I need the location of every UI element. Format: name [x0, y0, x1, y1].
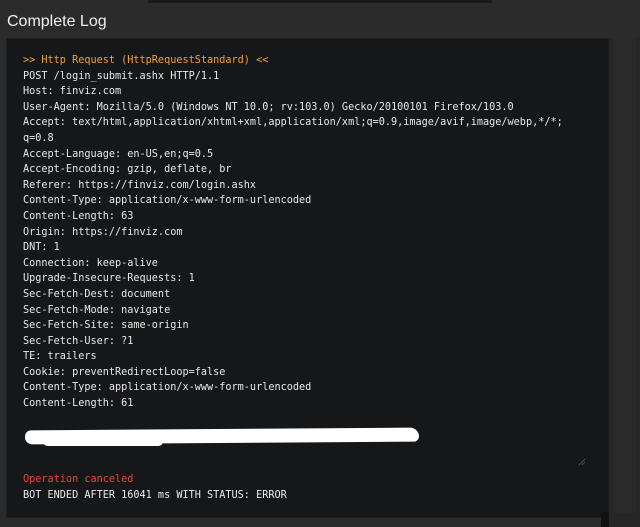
log-output-panel[interactable]: >> Http Request (HttpRequestStandard) <<…	[6, 38, 609, 518]
page-scrollbar[interactable]	[609, 38, 640, 527]
log-line: Origin: https://finviz.com	[23, 226, 183, 238]
log-line: Content-Length: 63	[23, 210, 134, 222]
log-lines: >> Http Request (HttpRequestStandard) <<…	[23, 53, 598, 412]
page-title: Complete Log	[7, 13, 107, 30]
log-line: Sec-Fetch-Mode: navigate	[23, 304, 171, 316]
log-line: TE: trailers	[23, 351, 97, 363]
top-bar	[148, 0, 492, 3]
log-line: Host: finviz.com	[23, 86, 122, 98]
log-line: Sec-Fetch-Site: same-origin	[23, 320, 189, 332]
log-line: Content-Type: application/x-www-form-url…	[23, 195, 312, 207]
bot-end-status: BOT ENDED AFTER 16041 ms WITH STATUS: ER…	[23, 490, 287, 501]
scrollbar-thumb[interactable]	[613, 38, 636, 513]
log-line: Accept: text/html,application/xhtml+xml,…	[23, 117, 563, 129]
log-line: User-Agent: Mozilla/5.0 (Windows NT 10.0…	[23, 101, 514, 113]
log-line: Sec-Fetch-Dest: document	[23, 288, 171, 300]
log-line: POST /login_submit.ashx HTTP/1.1	[23, 70, 220, 82]
complete-log-view: Complete Log >> Http Request (HttpReques…	[0, 0, 640, 527]
resize-grip-icon[interactable]	[578, 458, 586, 466]
operation-canceled-message: Operation canceled	[23, 474, 134, 485]
scrollbar-corner	[601, 512, 609, 527]
log-line: Content-Length: 61	[23, 398, 134, 410]
log-line-request-header: >> Http Request (HttpRequestStandard) <<	[23, 55, 269, 66]
log-line: Connection: keep-alive	[23, 257, 158, 269]
log-line: Upgrade-Insecure-Requests: 1	[23, 273, 195, 285]
log-line: q=0.8	[23, 132, 54, 144]
log-line: Referer: https://finviz.com/login.ashx	[23, 179, 257, 191]
log-line: Accept-Language: en-US,en;q=0.5	[23, 148, 214, 160]
log-line: Content-Type: application/x-www-form-url…	[23, 382, 312, 394]
log-line: DNT: 1	[23, 242, 60, 254]
log-line: Accept-Encoding: gzip, deflate, br	[23, 164, 232, 176]
redacted-payload-mark	[43, 437, 163, 446]
log-line: Sec-Fetch-User: ?1	[23, 335, 134, 347]
log-line: Cookie: preventRedirectLoop=false	[23, 366, 226, 378]
